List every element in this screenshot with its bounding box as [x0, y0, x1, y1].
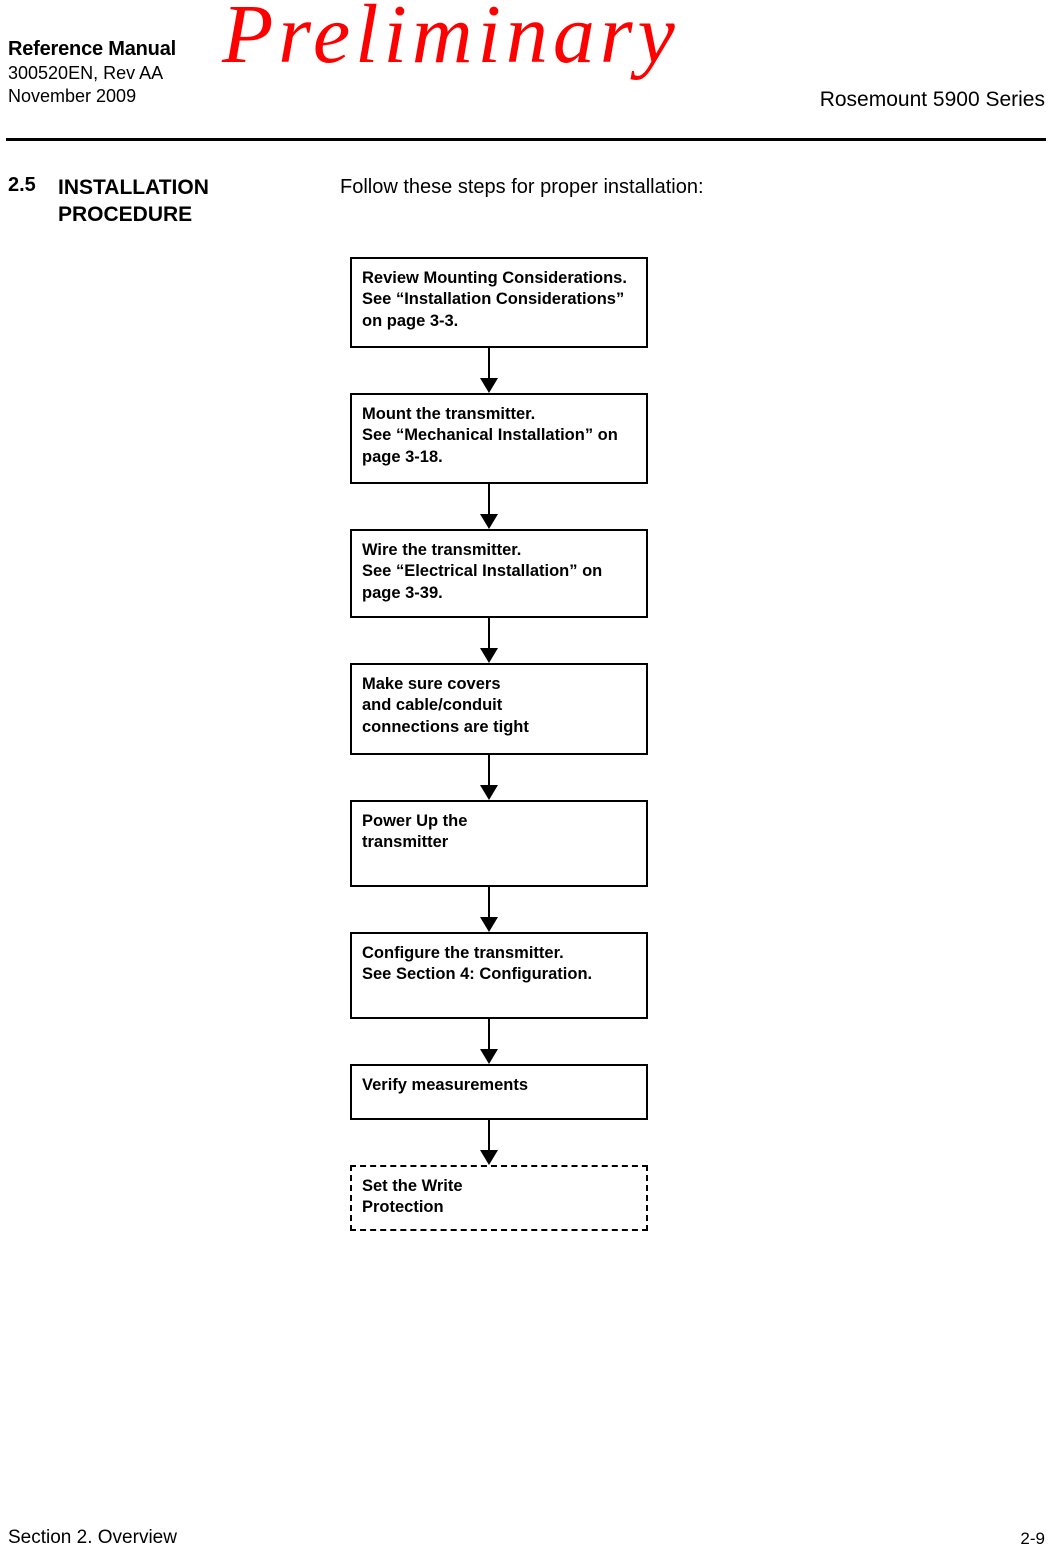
flow-arrow-stem [488, 348, 490, 382]
flow-box-text-line: connections are tight [362, 717, 529, 736]
flow-box-text-line: See Section 4: Configuration. [362, 965, 593, 984]
flow-box-wire-the-transmitter: Wire the transmitter. See “Electrical Ins… [350, 529, 648, 618]
flow-arrow-head [480, 648, 498, 663]
preliminary-watermark: Preliminary [222, 0, 680, 81]
flow-step-review-mounting-considerations: Review Mounting Considerations. See “Inst… [350, 257, 648, 348]
section-title: INSTALLATION PROCEDURE [58, 176, 209, 227]
flow-box-covers-and-connections-tight: Make sure covers and cable/conduit connect… [350, 663, 648, 755]
flow-box-text-line: page 3-39. [362, 583, 443, 602]
flow-arrow-stem [488, 755, 490, 789]
document-number: 300520EN, Rev AA [8, 63, 164, 83]
footer-page-number: 2-9 [1020, 1529, 1045, 1548]
installation-procedure-flowchart: Review Mounting Considerations. See “Inst… [350, 257, 650, 1231]
flow-box-configure-the-transmitter: Configure the transmitter. See Section 4:… [350, 932, 648, 1019]
flow-box-text-line: on page 3-3. [362, 311, 459, 330]
document-date: November 2009 [8, 86, 137, 107]
header-left-block: Reference Manual 300520EN, Rev AA Novemb… [8, 36, 176, 109]
manual-title: Reference Manual [8, 38, 176, 60]
flow-arrow-down-icon [350, 484, 648, 529]
flow-box-text-line: Wire the transmitter. [362, 541, 522, 559]
flow-arrow-stem [488, 618, 490, 652]
flow-box-text-line: See “Mechanical Installation” on [362, 426, 618, 445]
product-series-label: Rosemount 5900 Series [819, 88, 1045, 111]
flow-box-text-line: See “Electrical Installation” on [362, 562, 603, 581]
flow-step-set-the-write-protection: Set the Write Protection [350, 1165, 648, 1231]
section-number: 2.5 [8, 174, 36, 196]
flow-box-text-line: See “Installation Considerations” [362, 290, 625, 309]
flow-box-text-line: transmitter [362, 833, 449, 852]
flow-arrow-head [480, 1049, 498, 1064]
flow-arrow-down-icon [350, 348, 648, 393]
flow-box-text-line: Protection [362, 1198, 444, 1217]
flow-arrow-head [480, 1150, 498, 1165]
page-footer: Section 2. Overview 2-9 [0, 1527, 1053, 1557]
page-header: Reference Manual 300520EN, Rev AA Novemb… [0, 0, 1053, 145]
flow-arrow-down-icon [350, 1120, 648, 1165]
flow-box-text-line: Make sure covers [362, 675, 501, 693]
flow-arrow-stem [488, 484, 490, 518]
footer-section-label: Section 2. Overview [8, 1527, 177, 1548]
flow-box-text-line: Mount the transmitter. [362, 405, 536, 423]
flow-step-configure-the-transmitter: Configure the transmitter. See Section 4:… [350, 932, 648, 1019]
flow-box-text-line: Power Up the [362, 812, 468, 830]
flow-arrow-down-icon [350, 1019, 648, 1064]
section-intro-text: Follow these steps for proper installati… [340, 176, 704, 198]
flow-arrow-stem [488, 1019, 490, 1053]
flow-box-text-line: and cable/conduit [362, 696, 503, 715]
flow-box-text-line: Set the Write [362, 1177, 463, 1195]
flow-box-text-line: Verify measurements [362, 1076, 529, 1094]
flow-arrow-down-icon [350, 618, 648, 663]
flow-box-review-mounting-considerations: Review Mounting Considerations. See “Inst… [350, 257, 648, 348]
flow-arrow-stem [488, 1120, 490, 1154]
flow-arrow-down-icon [350, 887, 648, 932]
flow-arrow-head [480, 917, 498, 932]
flow-arrow-stem [488, 887, 490, 921]
flow-box-text-line: Review Mounting Considerations. [362, 269, 627, 287]
flow-arrow-head [480, 785, 498, 800]
flow-step-covers-and-connections-tight: Make sure covers and cable/conduit connect… [350, 663, 648, 755]
flow-arrow-head [480, 378, 498, 393]
flow-box-mount-the-transmitter: Mount the transmitter. See “Mechanical In… [350, 393, 648, 484]
header-divider [6, 138, 1046, 141]
flow-step-wire-the-transmitter: Wire the transmitter. See “Electrical Ins… [350, 529, 648, 618]
flow-box-text-line: Configure the transmitter. [362, 944, 564, 962]
flow-box-set-the-write-protection: Set the Write Protection [350, 1165, 648, 1231]
flow-step-power-up-the-transmitter: Power Up the transmitter [350, 800, 648, 887]
flow-box-text-line: page 3-18. [362, 447, 443, 466]
flow-box-power-up-the-transmitter: Power Up the transmitter [350, 800, 648, 887]
flow-arrow-head [480, 514, 498, 529]
flow-box-verify-measurements: Verify measurements [350, 1064, 648, 1120]
flow-step-mount-the-transmitter: Mount the transmitter. See “Mechanical In… [350, 393, 648, 484]
flow-arrow-down-icon [350, 755, 648, 800]
flow-step-verify-measurements: Verify measurements [350, 1064, 648, 1120]
